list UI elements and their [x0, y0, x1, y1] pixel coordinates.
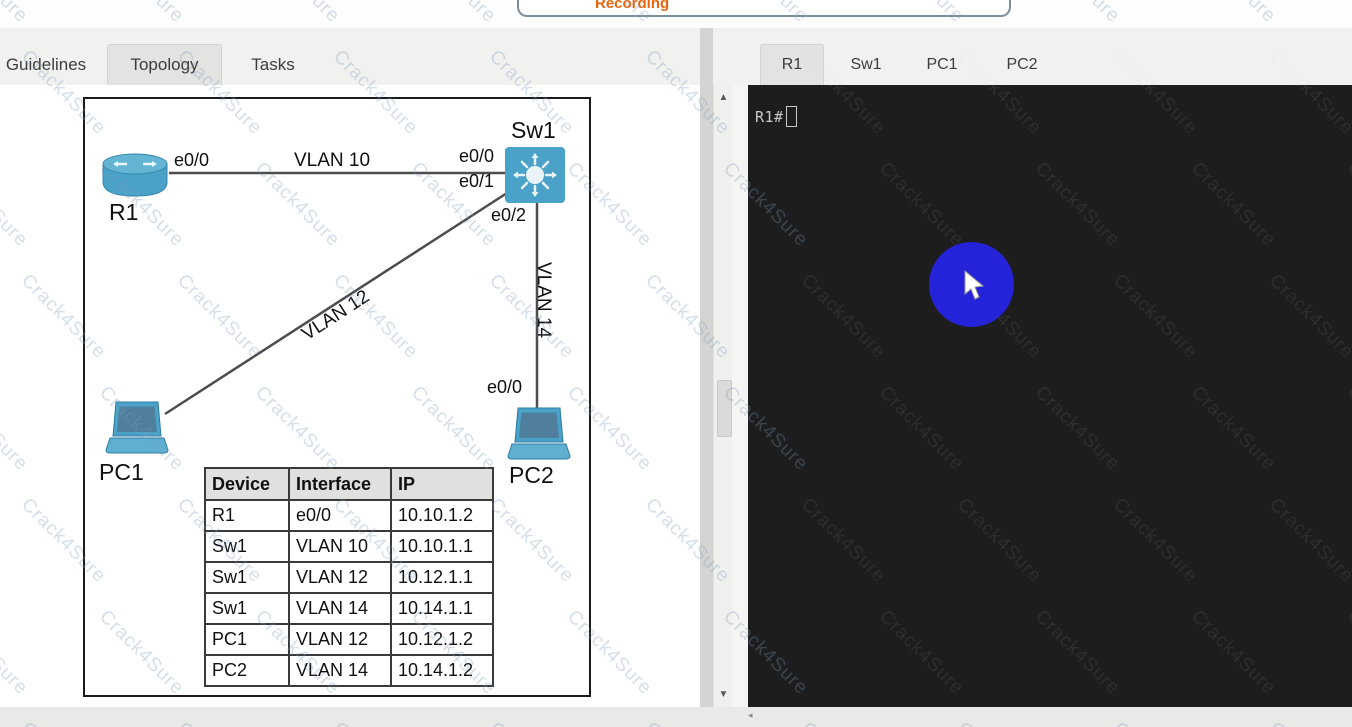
console-tab-sw1[interactable]: Sw1 — [838, 44, 894, 85]
pc1-icon — [105, 401, 169, 454]
table-cell: VLAN 14 — [288, 654, 392, 687]
table-cell: R1 — [204, 499, 290, 532]
table-cell: 10.12.1.1 — [390, 561, 494, 594]
table-cell: VLAN 12 — [288, 561, 392, 594]
table-row: R1 e0/0 10.10.1.2 — [204, 499, 494, 532]
left-panel-scrollbar[interactable]: ▲ ▼ — [713, 85, 733, 707]
panel-divider — [700, 28, 713, 727]
left-panel-tabs: Guidelines Topology Tasks — [0, 28, 304, 90]
table-cell: VLAN 12 — [288, 623, 392, 656]
tab-tasks-label: Tasks — [251, 54, 295, 74]
table-row: Sw1 VLAN 10 10.10.1.1 — [204, 530, 494, 563]
tab-topology[interactable]: Topology — [107, 44, 222, 90]
bottom-strip — [0, 707, 1352, 727]
console-tab-pc1[interactable]: PC1 — [914, 44, 970, 85]
if-label-sw1-e00: e0/0 — [459, 146, 495, 166]
console-tab-pc2-label: PC2 — [1006, 55, 1038, 73]
scroll-down-arrow-icon[interactable]: ▼ — [716, 687, 731, 702]
recording-label: Recording — [595, 0, 670, 12]
if-label-sw1-e01: e0/1 — [459, 171, 495, 191]
if-label-sw1-e02: e0/2 — [491, 205, 527, 225]
device-label-r1: R1 — [109, 199, 139, 225]
ip-table: Device Interface IP R1 e0/0 10.10.1.2 Sw1 VLAN … — [204, 467, 494, 687]
console-tabs: R1 Sw1 PC1 PC2 — [760, 28, 1050, 90]
pc2-icon — [507, 407, 571, 460]
topology-panel: R1 Sw1 PC1 PC2 e0/0 VLAN 10 e0/0 e0/1 e0… — [0, 85, 700, 707]
table-header-cell: Interface — [288, 467, 392, 501]
table-row: Sw1 VLAN 14 10.14.1.1 — [204, 592, 494, 625]
click-highlight-circle — [929, 242, 1014, 327]
panel-gap — [732, 85, 748, 707]
device-label-sw1: Sw1 — [511, 117, 556, 143]
tab-guidelines[interactable]: Guidelines — [0, 44, 92, 85]
tab-strip: Guidelines Topology Tasks R1 Sw1 PC1 PC2 — [0, 28, 1352, 90]
device-label-pc2: PC2 — [509, 462, 554, 488]
table-cell: Sw1 — [204, 561, 290, 594]
table-row: Sw1 VLAN 12 10.12.1.1 — [204, 561, 494, 594]
console-tab-sw1-label: Sw1 — [850, 55, 882, 73]
table-cell: 10.14.1.2 — [390, 654, 494, 687]
router-r1-icon — [102, 153, 168, 197]
mouse-cursor-icon — [964, 270, 985, 300]
table-header-cell: Device — [204, 467, 290, 501]
table-header-cell: IP — [390, 467, 494, 501]
table-cell: 10.14.1.1 — [390, 592, 494, 625]
terminal-prompt: R1# — [755, 107, 784, 126]
terminal-cursor — [785, 106, 797, 127]
terminal-r1[interactable]: R1# — [748, 85, 1352, 707]
tab-tasks[interactable]: Tasks — [242, 44, 304, 85]
recording-bar[interactable]: Recording — [517, 0, 1011, 17]
console-tab-pc2[interactable]: PC2 — [994, 44, 1050, 85]
tab-guidelines-label: Guidelines — [5, 54, 87, 74]
console-tab-pc1-label: PC1 — [926, 55, 958, 73]
table-cell: PC2 — [204, 654, 290, 687]
scrollbar-thumb[interactable] — [717, 380, 732, 437]
console-tab-r1-label: R1 — [781, 56, 803, 73]
exam-simulator-window: Recording Guidelines Topology Tasks R1 S… — [0, 0, 1352, 727]
table-row: PC2 VLAN 14 10.14.1.2 — [204, 654, 494, 687]
scroll-up-arrow-icon[interactable]: ▲ — [716, 90, 731, 105]
terminal-prompt-line: R1# — [755, 106, 797, 127]
switch-sw1-icon — [505, 147, 565, 203]
vlan14-label: VLAN 14 — [533, 262, 554, 339]
if-label-pc2-e00: e0/0 — [487, 377, 523, 397]
table-cell: Sw1 — [204, 530, 290, 563]
table-cell: VLAN 10 — [288, 530, 392, 563]
table-header-row: Device Interface IP — [204, 467, 494, 501]
device-label-pc1: PC1 — [99, 459, 144, 485]
vlan10-label: VLAN 10 — [294, 150, 371, 171]
table-cell: 10.10.1.2 — [390, 499, 494, 532]
topology-diagram: R1 Sw1 PC1 PC2 e0/0 VLAN 10 e0/0 e0/1 e0… — [83, 97, 591, 697]
table-cell: e0/0 — [288, 499, 392, 532]
table-cell: 10.12.1.2 — [390, 623, 494, 656]
console-tab-r1[interactable]: R1 — [760, 44, 824, 90]
tab-topology-label: Topology — [130, 55, 199, 74]
table-cell: Sw1 — [204, 592, 290, 625]
table-cell: PC1 — [204, 623, 290, 656]
if-label-r1-e00: e0/0 — [174, 150, 210, 170]
top-strip: Recording — [0, 0, 1352, 28]
table-cell: VLAN 14 — [288, 592, 392, 625]
table-row: PC1 VLAN 12 10.12.1.2 — [204, 623, 494, 656]
table-cell: 10.10.1.1 — [390, 530, 494, 563]
cursor-artifact-icon: ◂ — [748, 710, 753, 720]
